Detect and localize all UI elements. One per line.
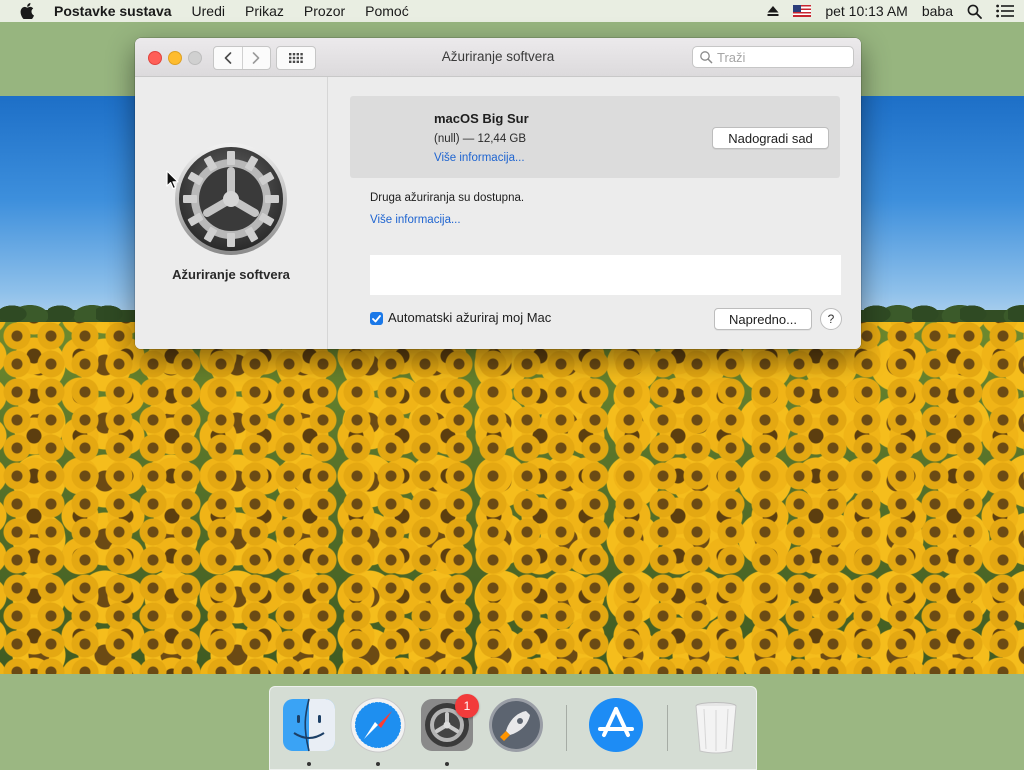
dock-separator-trash bbox=[667, 705, 668, 751]
auto-update-checkbox[interactable] bbox=[370, 312, 383, 325]
spotlight-search-icon[interactable] bbox=[967, 4, 982, 19]
notification-center-icon[interactable] bbox=[996, 4, 1014, 18]
update-title: macOS Big Sur bbox=[434, 111, 529, 126]
menu-bar: Postavke sustava Uredi Prikaz Prozor Pom… bbox=[0, 0, 1024, 22]
menu-app-name[interactable]: Postavke sustava bbox=[44, 0, 182, 22]
eject-icon[interactable] bbox=[767, 5, 779, 17]
menu-edit[interactable]: Uredi bbox=[182, 0, 235, 22]
system-preferences-running-indicator bbox=[445, 762, 449, 766]
system-preferences-badge: 1 bbox=[455, 694, 479, 718]
search-placeholder: Traži bbox=[717, 49, 746, 65]
search-icon bbox=[700, 51, 713, 64]
help-button[interactable]: ? bbox=[820, 308, 842, 330]
dock bbox=[269, 686, 757, 770]
finder-running-indicator bbox=[307, 762, 311, 766]
pane-sidebar: Ažuriranje softvera bbox=[135, 77, 328, 349]
trash-icon[interactable] bbox=[686, 695, 746, 755]
advanced-button[interactable]: Napredno... bbox=[714, 308, 812, 330]
update-size: (null) — 12,44 GB bbox=[434, 133, 527, 145]
other-updates-more-info-link[interactable]: Više informacija... bbox=[370, 214, 461, 226]
auto-update-label[interactable]: Automatski ažuriraj moj Mac bbox=[388, 310, 551, 325]
menu-clock[interactable]: pet 10:13 AM bbox=[825, 0, 908, 22]
window-titlebar[interactable]: Ažuriranje softvera Traži bbox=[135, 38, 861, 77]
apple-menu-icon[interactable] bbox=[10, 0, 44, 22]
launchpad-rocket-icon[interactable] bbox=[486, 695, 546, 755]
dock-separator bbox=[566, 705, 567, 751]
menu-window[interactable]: Prozor bbox=[294, 0, 355, 22]
preferences-search-field[interactable]: Traži bbox=[692, 46, 854, 68]
update-more-info-link[interactable]: Više informacija... bbox=[434, 152, 525, 164]
updates-list-area bbox=[370, 255, 841, 295]
software-update-window: Ažuriranje softvera Traži Ažuriranje sof… bbox=[135, 38, 861, 349]
macos-update-card: macOS Big Sur (null) — 12,44 GB Više inf… bbox=[350, 96, 840, 178]
update-content-pane: macOS Big Sur (null) — 12,44 GB Više inf… bbox=[328, 77, 861, 349]
finder-icon[interactable] bbox=[279, 695, 339, 755]
safari-icon[interactable] bbox=[348, 695, 408, 755]
menu-user[interactable]: baba bbox=[922, 0, 953, 22]
wallpaper-sunflower-field bbox=[0, 322, 1024, 674]
menu-view[interactable]: Prikaz bbox=[235, 0, 294, 22]
sidebar-title: Ažuriranje softvera bbox=[172, 267, 290, 282]
menu-help[interactable]: Pomoć bbox=[355, 0, 419, 22]
checkmark-icon bbox=[372, 314, 381, 322]
safari-running-indicator bbox=[376, 762, 380, 766]
input-source-us-flag-icon[interactable] bbox=[793, 5, 812, 17]
mouse-pointer-icon bbox=[166, 170, 179, 190]
software-update-gear-icon bbox=[175, 143, 287, 255]
other-updates-text: Druga ažuriranja su dostupna. bbox=[370, 192, 525, 204]
upgrade-now-button[interactable]: Nadogradi sad bbox=[712, 127, 829, 149]
app-store-icon[interactable] bbox=[586, 695, 646, 755]
